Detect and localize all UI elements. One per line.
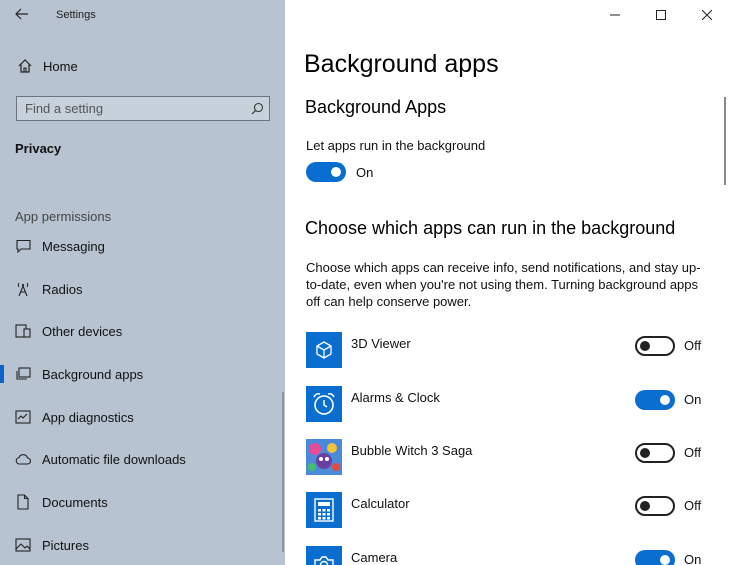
app-name: 3D Viewer: [351, 336, 411, 351]
sidebar-item-pictures[interactable]: Pictures: [0, 527, 285, 563]
home-icon: [15, 58, 35, 74]
sidebar-item-label: Automatic file downloads: [42, 451, 186, 467]
sidebar-scrollbar[interactable]: [282, 392, 284, 552]
app-toggle-state: On: [684, 552, 702, 565]
minimize-button[interactable]: [592, 0, 638, 30]
sidebar-item-app-diagnostics[interactable]: App diagnostics: [0, 399, 285, 435]
search-input[interactable]: [25, 97, 245, 120]
close-button[interactable]: [684, 0, 730, 30]
sidebar-item-label: Documents: [42, 494, 108, 510]
back-button[interactable]: [10, 6, 34, 26]
back-arrow-icon: [15, 8, 28, 20]
app-row-calculator: Calculator Off: [306, 492, 711, 530]
app-row-alarms-clock: Alarms & Clock On: [306, 386, 711, 424]
picture-icon: [13, 535, 33, 555]
search-icon[interactable]: [245, 102, 269, 115]
sidebar-item-radios[interactable]: Radios: [0, 271, 285, 307]
alarm-clock-icon: [306, 386, 342, 422]
app-toggle-state: Off: [684, 338, 702, 353]
section-heading-choose-apps: Choose which apps can run in the backgro…: [305, 218, 676, 238]
maximize-button[interactable]: [638, 0, 684, 30]
title-bar: Settings: [0, 0, 285, 32]
sidebar-item-background-apps[interactable]: Background apps: [0, 356, 285, 392]
home-label: Home: [43, 58, 78, 74]
search-box: [16, 96, 270, 121]
cube-icon: [306, 332, 342, 368]
message-icon: [13, 236, 33, 256]
page-title: Background apps: [304, 50, 499, 78]
radio-tower-icon: [13, 279, 33, 299]
app-row-camera: Camera On: [306, 546, 711, 565]
app-toggle-state: On: [684, 392, 702, 407]
sidebar-item-messaging[interactable]: Messaging: [0, 228, 285, 264]
app-toggle-calculator[interactable]: [635, 496, 675, 516]
sidebar-item-label: Radios: [42, 281, 83, 297]
cloud-icon: [13, 449, 33, 469]
master-toggle-state: On: [356, 165, 374, 180]
document-icon: [13, 492, 33, 512]
master-toggle-label: Let apps run in the background: [306, 138, 486, 153]
app-name: Camera: [351, 550, 398, 565]
app-toggle-camera[interactable]: [635, 550, 675, 565]
sidebar-item-automatic-file-downloads[interactable]: Automatic file downloads: [0, 441, 285, 477]
app-toggle-3d-viewer[interactable]: [635, 336, 675, 356]
devices-icon: [13, 321, 33, 341]
group-label-app-permissions: App permissions: [15, 209, 112, 224]
sidebar-item-label: Messaging: [42, 238, 105, 254]
maximize-icon: [656, 10, 666, 20]
app-name: Bubble Witch 3 Saga: [351, 443, 473, 458]
app-name: Alarms & Clock: [351, 390, 440, 405]
content-pane: Background apps Background Apps Let apps…: [285, 0, 730, 565]
app-row-bubble-witch: Bubble Witch 3 Saga Off: [306, 439, 711, 477]
sidebar: Settings Home Privacy App permissions Me…: [0, 0, 285, 565]
section-heading-background-apps: Background Apps: [305, 97, 447, 117]
camera-icon: [306, 546, 342, 565]
background-apps-icon: [13, 364, 33, 384]
app-toggle-state: Off: [684, 498, 702, 513]
app-toggle-alarms-clock[interactable]: [635, 390, 675, 410]
section-title-privacy: Privacy: [15, 141, 62, 156]
app-toggle-state: Off: [684, 445, 702, 460]
sidebar-item-label: Background apps: [42, 366, 144, 382]
app-name: Calculator: [351, 496, 410, 511]
calculator-icon: [306, 492, 342, 528]
section-description: Choose which apps can receive info, send…: [306, 260, 701, 309]
sidebar-item-label: App diagnostics: [42, 409, 134, 425]
master-background-toggle[interactable]: [306, 162, 346, 182]
window-controls: [592, 0, 730, 30]
app-row-3d-viewer: 3D Viewer Off: [306, 332, 711, 370]
bubble-witch-icon: [306, 439, 342, 475]
home-nav-item[interactable]: Home: [15, 56, 78, 76]
content-scrollbar[interactable]: [724, 97, 726, 185]
sidebar-item-label: Pictures: [42, 537, 89, 553]
sidebar-item-other-devices[interactable]: Other devices: [0, 313, 285, 349]
app-title: Settings: [56, 9, 96, 21]
minimize-icon: [610, 14, 620, 16]
sidebar-item-label: Other devices: [42, 323, 123, 339]
diagnostics-icon: [13, 407, 33, 427]
sidebar-item-documents[interactable]: Documents: [0, 484, 285, 520]
app-toggle-bubble-witch[interactable]: [635, 443, 675, 463]
close-icon: [702, 10, 712, 20]
